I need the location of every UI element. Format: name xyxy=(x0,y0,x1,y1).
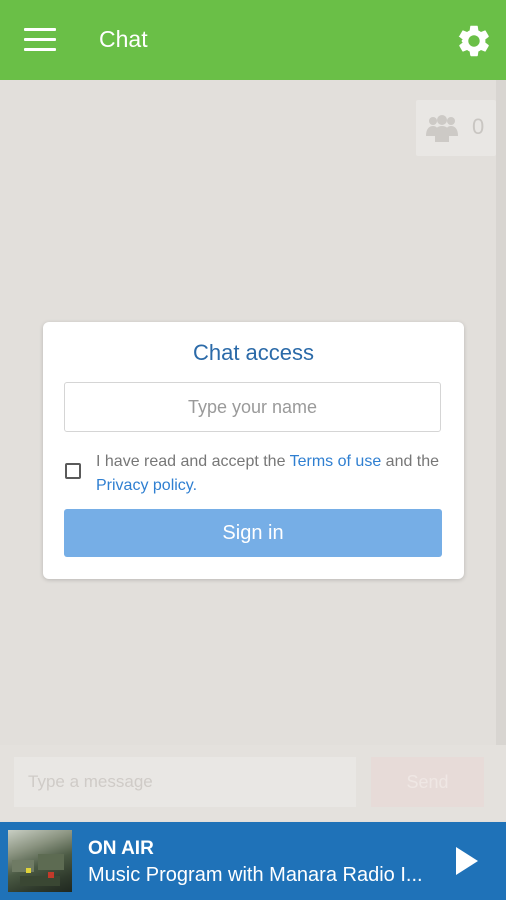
radio-player-bar[interactable]: ON AIR Music Program with Manara Radio I… xyxy=(0,822,506,900)
sign-in-button[interactable]: Sign in xyxy=(64,509,442,557)
hamburger-line xyxy=(24,48,56,51)
hamburger-line xyxy=(24,38,56,41)
terms-text: I have read and accept the Terms of use … xyxy=(96,450,446,498)
on-air-label: ON AIR xyxy=(88,838,154,859)
dialog-title: Chat access xyxy=(192,340,315,365)
online-users-badge[interactable]: 0 xyxy=(416,100,496,156)
users-group-icon xyxy=(426,115,458,142)
page-title: Chat xyxy=(99,26,148,52)
message-input[interactable] xyxy=(14,757,356,807)
accept-terms-checkbox[interactable] xyxy=(65,463,81,479)
scrollbar-track xyxy=(496,80,506,745)
play-button[interactable] xyxy=(452,845,482,877)
album-art-thumbnail xyxy=(8,830,72,892)
menu-button[interactable] xyxy=(24,28,56,52)
app-bar: Chat xyxy=(0,0,506,80)
gear-icon xyxy=(458,25,489,57)
privacy-period: . xyxy=(192,477,198,494)
name-input[interactable] xyxy=(64,382,441,432)
terms-prefix: I have read and accept the xyxy=(96,453,290,470)
send-button[interactable]: Send xyxy=(371,757,484,807)
terms-of-use-link[interactable]: Terms of use xyxy=(290,453,382,470)
chat-access-dialog: Chat access I have read and accept the T… xyxy=(43,322,464,579)
now-playing-title: Music Program with Manara Radio I... xyxy=(88,864,423,886)
play-icon xyxy=(456,847,478,875)
settings-button[interactable] xyxy=(455,22,493,60)
hamburger-menu-icon xyxy=(24,28,56,31)
users-count: 0 xyxy=(472,114,485,139)
terms-middle: and the xyxy=(381,453,440,470)
privacy-policy-link[interactable]: Privacy policy xyxy=(96,477,193,494)
